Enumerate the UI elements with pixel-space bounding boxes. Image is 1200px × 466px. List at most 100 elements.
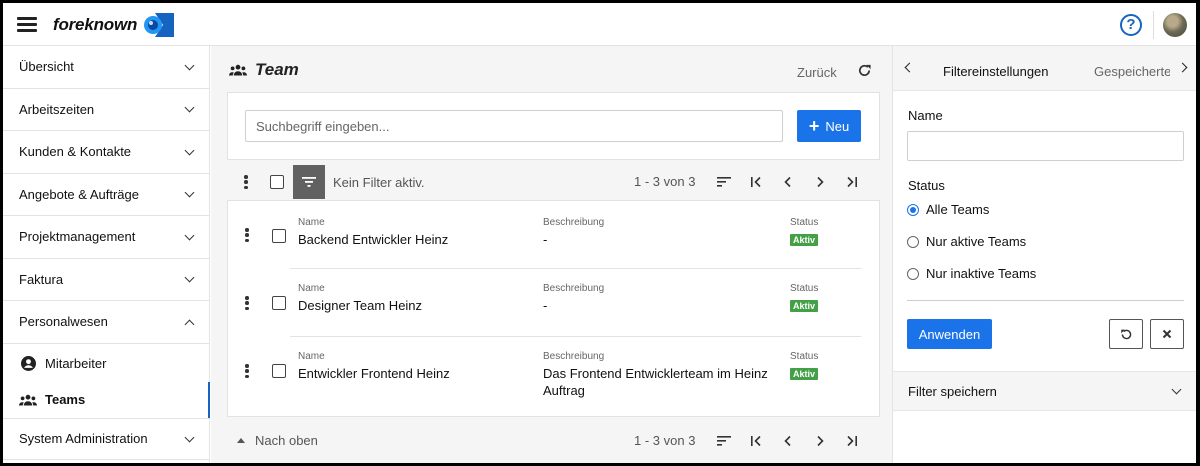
last-page-icon[interactable] — [843, 175, 861, 189]
team-description: - — [543, 298, 548, 313]
chevron-right-icon[interactable] — [1177, 60, 1191, 74]
arrow-up-icon — [237, 438, 245, 443]
last-page-icon[interactable] — [843, 434, 861, 448]
status-badge: Aktiv — [790, 234, 819, 246]
more-vert-icon[interactable] — [245, 296, 249, 310]
save-filter-section[interactable]: Filter speichern — [893, 371, 1196, 411]
radio-label: Nur inaktive Teams — [926, 266, 1037, 281]
row-checkbox[interactable] — [272, 296, 286, 310]
column-label: Beschreibung — [543, 217, 605, 228]
foreknown-logo-icon — [144, 13, 175, 37]
sidebar-item-uebersicht[interactable]: Übersicht — [3, 46, 209, 89]
back-link[interactable]: Zurück — [797, 65, 837, 80]
radio-alle-teams[interactable]: Alle Teams — [907, 202, 989, 217]
column-label: Name — [298, 283, 325, 294]
avatar[interactable] — [1163, 13, 1187, 37]
radio-button[interactable] — [907, 203, 919, 216]
pagination-bottom: 1 - 3 von 3 — [634, 433, 861, 448]
previous-page-icon[interactable] — [779, 434, 797, 448]
table-row[interactable]: Name Entwickler Frontend Heinz Beschreib… — [228, 337, 879, 417]
radio-nur-aktive-teams[interactable]: Nur aktive Teams — [907, 234, 1026, 249]
plus-icon: + — [808, 116, 820, 136]
sidebar-item-system-administration[interactable]: System Administration — [3, 417, 209, 460]
more-vert-icon[interactable] — [245, 364, 249, 378]
previous-page-icon[interactable] — [779, 175, 797, 189]
first-page-icon[interactable] — [747, 175, 765, 189]
chevron-left-icon[interactable] — [901, 60, 915, 74]
chevron-down-icon — [185, 232, 195, 242]
brand-logo[interactable]: foreknown — [53, 13, 175, 37]
cell-description: Beschreibung - — [543, 217, 604, 248]
search-input[interactable] — [245, 110, 783, 142]
sidebar-item-angebote-auftraege[interactable]: Angebote & Aufträge — [3, 174, 209, 216]
chevron-down-icon — [185, 104, 195, 114]
next-page-icon[interactable] — [811, 434, 829, 448]
search-card: + Neu — [227, 92, 880, 160]
select-all-checkbox[interactable] — [270, 175, 284, 189]
radio-button[interactable] — [907, 235, 919, 248]
row-checkbox[interactable] — [272, 364, 286, 378]
row-checkbox[interactable] — [272, 229, 286, 243]
team-icon — [19, 394, 37, 406]
cell-status: Status Aktiv — [790, 217, 818, 246]
clear-button[interactable] — [1150, 319, 1184, 349]
sort-icon[interactable] — [715, 434, 733, 448]
sidebar: Übersicht Arbeitszeiten Kunden & Kontakt… — [3, 46, 210, 463]
sort-icon[interactable] — [715, 175, 733, 189]
apply-button[interactable]: Anwenden — [907, 319, 992, 349]
sidebar-item-label: Faktura — [19, 271, 64, 287]
new-button-label: Neu — [825, 118, 850, 134]
sidebar-item-faktura[interactable]: Faktura — [3, 259, 209, 301]
sidebar-subitem-label: Mitarbeiter — [45, 356, 107, 371]
status-badge: Aktiv — [790, 300, 819, 312]
table-row[interactable]: Name Backend Entwickler Heinz Beschreibu… — [228, 201, 879, 269]
first-page-icon[interactable] — [747, 434, 765, 448]
sidebar-item-arbeitszeiten[interactable]: Arbeitszeiten — [3, 89, 209, 131]
new-button[interactable]: + Neu — [797, 110, 861, 142]
radio-nur-inaktive-teams[interactable]: Nur inaktive Teams — [907, 266, 1036, 281]
scroll-to-top-link[interactable]: Nach oben — [237, 433, 318, 448]
tab-gespeicherte[interactable]: Gespeicherte — [1094, 64, 1170, 79]
sidebar-item-projektmanagement[interactable]: Projektmanagement — [3, 216, 209, 259]
column-label: Beschreibung — [543, 283, 605, 294]
sidebar-item-label: Kunden & Kontakte — [19, 144, 132, 160]
sidebar-item-kunden-kontakte[interactable]: Kunden & Kontakte — [3, 131, 209, 174]
chevron-down-icon — [185, 434, 195, 444]
refresh-icon[interactable] — [857, 63, 872, 78]
radio-button[interactable] — [907, 267, 919, 280]
sidebar-subitem-label: Teams — [45, 392, 86, 407]
page-title-text: Team — [255, 60, 299, 79]
table-row[interactable]: Name Designer Team Heinz Beschreibung - … — [228, 269, 879, 337]
sidebar-item-personalwesen[interactable]: Personalwesen — [3, 301, 209, 344]
more-vert-icon[interactable] — [245, 228, 249, 242]
brand-name: foreknown — [53, 15, 138, 34]
help-icon[interactable]: ? — [1120, 14, 1142, 36]
pagination-text: 1 - 3 von 3 — [634, 433, 696, 448]
chevron-down-icon — [185, 274, 195, 284]
page-header: Team Zurück — [211, 46, 892, 94]
filter-status: Kein Filter aktiv. — [333, 174, 425, 190]
name-label: Name — [908, 108, 943, 123]
chevron-down-icon — [1172, 386, 1182, 396]
next-page-icon[interactable] — [811, 175, 829, 189]
team-name: Designer Team Heinz — [298, 298, 423, 313]
sidebar-subitem-mitarbeiter[interactable]: Mitarbeiter — [3, 346, 209, 382]
column-label: Name — [298, 351, 325, 362]
chevron-up-icon — [185, 317, 195, 327]
divider — [907, 300, 1184, 301]
name-field[interactable] — [907, 131, 1184, 161]
sidebar-item-label: Projektmanagement — [19, 229, 136, 245]
list-toolbar: Kein Filter aktiv. 1 - 3 von 3 — [227, 164, 880, 200]
radio-label: Nur aktive Teams — [926, 234, 1027, 249]
menu-icon[interactable] — [17, 17, 37, 32]
filter-panel: Filtereinstellungen Gespeicherte Name St… — [892, 46, 1196, 463]
save-filter-label: Filter speichern — [908, 383, 997, 399]
reset-button[interactable] — [1109, 319, 1143, 349]
sidebar-subitem-teams[interactable]: Teams — [3, 381, 210, 418]
more-vert-icon[interactable] — [244, 175, 248, 189]
status-badge: Aktiv — [790, 368, 819, 380]
chevron-down-icon — [185, 189, 195, 199]
tab-filtereinstellungen[interactable]: Filtereinstellungen — [943, 64, 1049, 79]
team-name: Backend Entwickler Heinz — [298, 232, 449, 247]
filter-button[interactable] — [293, 165, 325, 199]
